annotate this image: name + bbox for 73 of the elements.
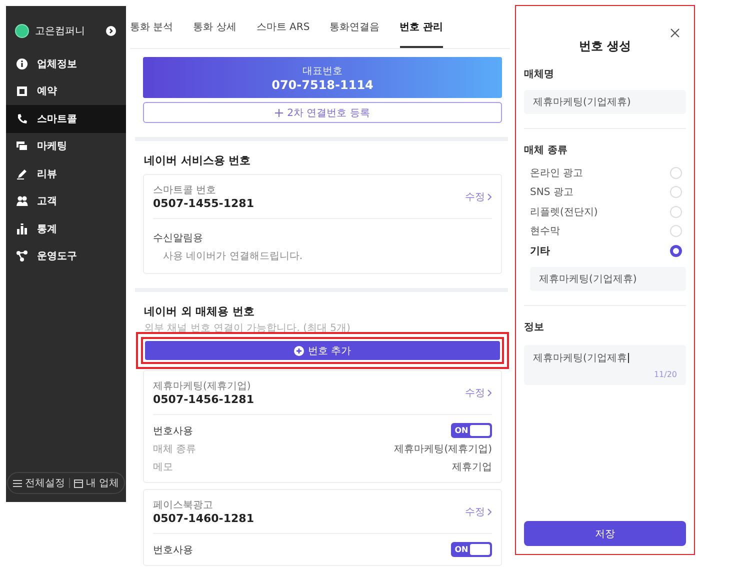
representative-number: 070-7518-1114 [272,78,374,92]
sidebar-item[interactable]: 마케팅 [6,132,126,160]
register-button[interactable]: 2차 연결번호 등록 [143,102,502,123]
tab[interactable]: 통화연결음 [330,18,380,48]
media-label: 제휴마케팅(제휴기업) [153,380,252,393]
field-label: 매체 종류 [524,144,568,157]
char-counter: 11/20 [654,370,677,378]
people-icon [16,195,28,208]
menu-icon [12,478,22,488]
banner-label: 대표번호 [302,64,342,78]
section-title: 네이버 외 매체용 번호 [144,304,256,319]
phone-number: 0507-1455-1281 [153,197,255,210]
field-label: 매체명 [524,68,555,81]
plus-icon [275,108,284,116]
chevron-icon [487,192,492,200]
logo-icon [15,24,29,38]
row-value: 제휴마케팅(제휴기업) [394,443,492,456]
screens-icon [16,140,28,152]
usage-note: 사용 네이버가 연결해드립니다. [163,250,304,263]
sidebar-item[interactable]: 예약 [6,78,126,105]
radio-option[interactable]: 온라인 광고 [524,163,686,182]
row-value: 제휴기업 [452,461,492,474]
edit-link[interactable]: 수정 [465,504,492,518]
add-number-button[interactable]: 번호 추가 [145,341,500,360]
sidebar-item[interactable]: 고객 [6,188,126,215]
my-store-button[interactable]: 내 업체 [74,476,120,490]
company-name: 고은컴퍼니 [35,25,86,38]
field-label: 정보 [524,320,545,334]
sidebar-item[interactable]: 리뷰 [6,160,126,188]
plus-icon [294,346,304,356]
tab[interactable]: 스마트 ARS [256,18,310,48]
phone-icon [16,112,28,125]
sidebar-item[interactable]: 운영도구 [6,242,126,270]
usage-label: 수신알림용 [153,232,204,245]
close-icon[interactable] [670,28,680,38]
sidebar-item[interactable]: 스마트콜 [6,105,126,132]
chevron-icon [487,388,492,396]
save-button[interactable]: 저장 [524,521,686,546]
edit-link[interactable]: 수정 [465,190,492,204]
media-label: 페이스북광고 [153,499,214,512]
section-title: 네이버 서비스용 번호 [144,153,252,168]
row-key: 메모 [153,460,173,474]
store-icon [74,478,83,488]
settings-button[interactable]: 전체설정 [12,476,65,490]
tab[interactable]: 통화 분석 [130,18,174,48]
phone-number: 0507-1456-1281 [153,393,255,406]
sidebar-item[interactable]: 통계 [6,215,126,242]
edit-link[interactable]: 수정 [465,386,492,400]
radio-option[interactable]: 기타 [524,241,686,260]
section-subtitle: 외부 채널 번호 연결이 가능합니다. (최대 5개) [144,322,352,335]
chevron-icon [487,508,492,516]
toggle-switch[interactable]: ON [451,423,492,438]
tab[interactable]: 통화 상세 [193,18,236,48]
chart-icon [16,222,28,235]
sidebar-item[interactable]: 업체정보 [6,50,126,78]
pencil-icon [16,168,28,180]
share-icon [16,250,28,262]
row-key: 매체 종류 [153,442,196,456]
toggle-switch[interactable]: ON [451,542,492,557]
toggle-label: 번호사용 [153,424,193,438]
radio-option[interactable]: SNS 광고 [524,182,686,202]
radio-option[interactable]: 현수막 [524,222,686,241]
tab[interactable]: 번호 관리 [400,18,444,48]
other-field[interactable]: 제휴마케팅(기업제휴) [530,266,686,290]
info-field[interactable]: 제휴마케팅(기업제휴 11/20 [524,344,686,384]
panel-title: 번호 생성 [578,38,632,55]
radio-option[interactable]: 리플렛(전단지) [524,202,686,222]
phone-number: 0507-1460-1281 [153,512,255,525]
info-icon [16,58,28,70]
radio-button[interactable] [670,244,682,257]
card-label: 스마트콜 번호 [153,184,218,197]
media-name-field[interactable]: 제휴마케팅(기업제휴) [524,90,686,114]
toggle-label: 번호사용 [153,544,193,556]
